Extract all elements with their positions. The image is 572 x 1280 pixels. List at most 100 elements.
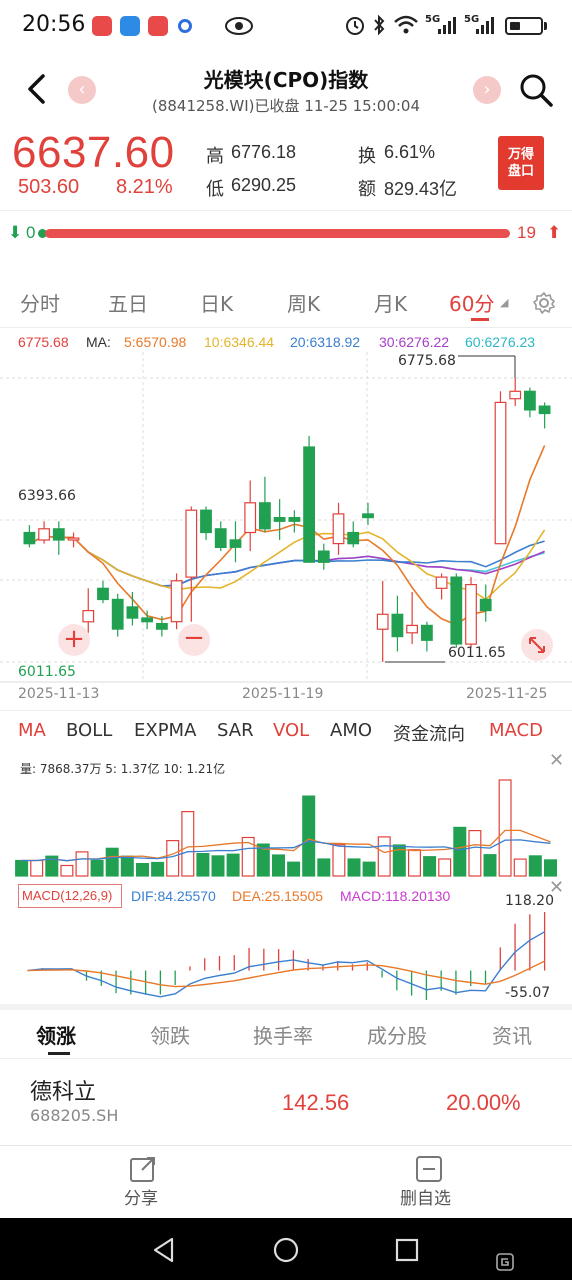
candle-body: [259, 502, 271, 530]
notification-app-icon: [178, 19, 192, 33]
volume-bar: [528, 855, 542, 877]
macd-params: MACD(12,26,9): [22, 888, 113, 903]
low-label: 低: [206, 179, 224, 200]
indicator-tab-ma[interactable]: MA: [18, 720, 46, 741]
volume-bar: [287, 861, 301, 877]
wind-order-book-button[interactable]: 万得 盘口: [498, 136, 544, 190]
volume-bar: [211, 855, 225, 877]
tab-daily-k[interactable]: 日K: [200, 288, 233, 317]
tab-intraday[interactable]: 分时: [20, 288, 60, 317]
nav-home-icon[interactable]: [272, 1236, 300, 1264]
candle-body: [273, 517, 286, 522]
volume-bar: [272, 854, 286, 877]
volume-bar: [60, 864, 74, 877]
tab-five-day[interactable]: 五日: [108, 288, 148, 317]
down-arrow-icon: ⬇: [8, 223, 23, 243]
section-divider: [0, 1004, 572, 1010]
wifi-icon: [394, 15, 418, 34]
amount-value: 829.43亿: [384, 179, 458, 199]
candle-body: [523, 390, 536, 411]
volume-bar: [15, 859, 29, 877]
volume-bar: [30, 859, 44, 877]
signal-icon: [438, 17, 456, 34]
search-icon[interactable]: [518, 72, 554, 108]
candle-body: [479, 598, 492, 612]
candle-body: [170, 580, 183, 623]
indicator-tab-sar[interactable]: SAR: [217, 720, 254, 741]
candle-body: [509, 390, 522, 400]
volume-bar: [347, 858, 361, 877]
next-index-button[interactable]: ›: [473, 76, 501, 104]
zoom-out-button[interactable]: −: [178, 624, 210, 656]
volume-bar: [513, 858, 527, 877]
volume-bar: [181, 810, 195, 877]
candle-body: [347, 531, 360, 545]
settings-gear-icon[interactable]: [532, 291, 556, 315]
chart-min-marker: 6011.65: [448, 645, 506, 661]
up-arrow-icon: ⬆: [547, 223, 562, 243]
candle-body: [97, 587, 109, 601]
tab-weekly-k[interactable]: 周K: [287, 288, 320, 317]
divider: [0, 710, 572, 711]
breadth-up-segment: [45, 229, 510, 238]
indicator-tab-fund-flow[interactable]: 资金流向: [393, 720, 465, 746]
current-price: 6637.60: [12, 128, 175, 177]
zoom-in-button[interactable]: +: [58, 624, 90, 656]
amount-label: 额: [358, 179, 376, 200]
down-count: 0: [26, 223, 36, 242]
candle-body: [391, 613, 404, 638]
candle-body: [288, 517, 301, 522]
tab-top-losers[interactable]: 领跌: [150, 1020, 190, 1049]
remove-watchlist-button[interactable]: 删自选: [400, 1184, 451, 1209]
share-button[interactable]: 分享: [124, 1184, 158, 1209]
candle-body: [406, 624, 418, 634]
notification-app-icon: [148, 16, 168, 36]
candle-body: [435, 576, 448, 589]
candle-body: [244, 502, 257, 534]
action-bar: [0, 1145, 572, 1218]
chart-max-marker: 6775.68: [398, 353, 456, 369]
low-value: 6290.25: [231, 175, 297, 195]
fullscreen-icon[interactable]: [520, 628, 554, 662]
price-change-pct: 8.21%: [116, 176, 173, 198]
tab-news[interactable]: 资讯: [492, 1020, 532, 1049]
candle-body: [38, 528, 50, 541]
nav-recent-apps-icon[interactable]: [394, 1237, 420, 1263]
ma20-line: [29, 535, 545, 587]
volume-bar: [151, 861, 165, 877]
chart-top-price: 6775.68: [18, 334, 69, 350]
period-dropdown-icon[interactable]: ◢: [500, 296, 508, 309]
macd-dif-line: [27, 931, 545, 998]
wind-btn-line1: 万得: [507, 147, 534, 162]
tab-top-gainers[interactable]: 领涨: [36, 1020, 76, 1049]
macd-chart: [27, 912, 546, 1000]
indicator-tab-vol[interactable]: VOL: [273, 720, 309, 741]
macd-dif: DIF:84.25570: [131, 888, 216, 904]
ma-label: MA:: [86, 334, 111, 350]
volume-bar: [498, 779, 512, 877]
battery-tip: [544, 22, 547, 30]
candle-body: [494, 401, 507, 545]
tab-constituents[interactable]: 成分股: [367, 1020, 427, 1049]
remove-watchlist-icon[interactable]: [414, 1154, 444, 1184]
tab-60min[interactable]: 60分: [449, 288, 494, 317]
indicator-tab-amo[interactable]: AMO: [330, 720, 372, 741]
indicator-tab-macd[interactable]: MACD: [489, 720, 543, 741]
nav-back-icon[interactable]: [150, 1236, 178, 1264]
eye-icon: [225, 17, 253, 35]
active-tab-underline: [471, 318, 489, 321]
indicator-tab-boll[interactable]: BOLL: [66, 720, 112, 741]
indicator-tab-expma[interactable]: EXPMA: [134, 720, 196, 741]
x-tick-3: 2025-11-25: [466, 686, 548, 702]
tab-turnover-rate[interactable]: 换手率: [253, 1020, 313, 1049]
close-volume-icon[interactable]: ✕: [549, 750, 564, 771]
candle-body: [111, 598, 124, 630]
tab-monthly-k[interactable]: 月K: [374, 288, 407, 317]
candle-body: [229, 539, 242, 548]
volume-bar: [332, 844, 346, 877]
volume-bar: [226, 853, 240, 877]
share-icon[interactable]: [128, 1154, 158, 1184]
x-tick-2: 2025-11-19: [242, 686, 324, 702]
ma5-value: 5:6570.98: [124, 334, 187, 350]
status-time: 20:56: [22, 12, 86, 37]
